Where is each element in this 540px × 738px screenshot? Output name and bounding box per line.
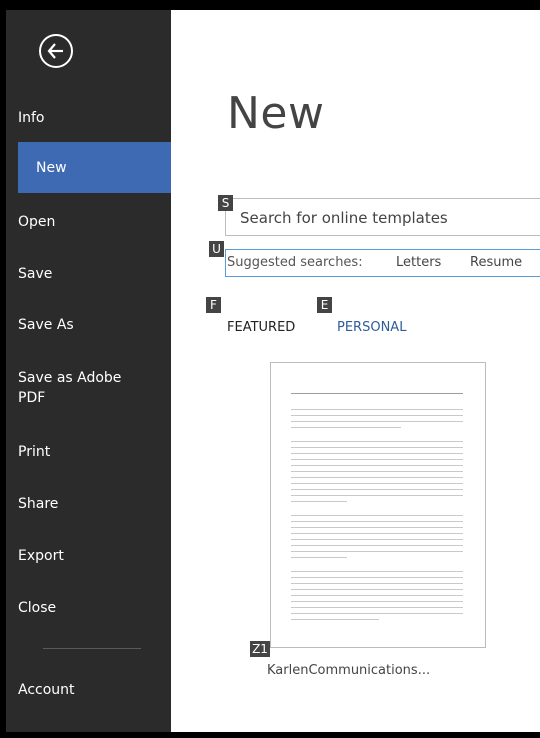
tab-featured[interactable]: FEATURED — [227, 320, 295, 335]
thumb-line — [291, 545, 463, 546]
keytip-template: Z1 — [250, 641, 270, 657]
nav-open[interactable]: Open — [18, 212, 168, 232]
thumb-line — [291, 571, 463, 572]
nav-info[interactable]: Info — [18, 108, 168, 128]
nav-save-as-label: Save As — [18, 317, 74, 333]
keytip-personal: E — [317, 297, 332, 313]
thumb-line — [291, 421, 463, 422]
nav-close[interactable]: Close — [18, 598, 168, 618]
thumb-line — [291, 495, 463, 496]
thumb-line — [291, 527, 463, 528]
thumb-line — [291, 539, 463, 540]
template-search-box[interactable] — [225, 198, 540, 236]
thumb-line — [291, 619, 379, 620]
thumb-line — [291, 595, 463, 596]
thumb-line — [291, 459, 463, 460]
thumb-line — [291, 521, 463, 522]
nav-save-as-adobe-label2: PDF — [18, 390, 46, 406]
nav-new[interactable]: New — [18, 142, 177, 193]
nav-export[interactable]: Export — [18, 546, 168, 566]
thumb-line — [291, 533, 463, 534]
thumb-line — [291, 415, 463, 416]
template-search-input[interactable] — [238, 208, 540, 228]
nav-save[interactable]: Save — [18, 264, 168, 284]
suggested-searches: Suggested searches: Letters Resume — [225, 249, 540, 277]
nav-save-label: Save — [18, 266, 53, 282]
nav-share-label: Share — [18, 496, 59, 512]
tab-personal[interactable]: PERSONAL — [337, 320, 406, 335]
thumb-line — [291, 589, 463, 590]
nav-print[interactable]: Print — [18, 442, 168, 462]
nav-open-label: Open — [18, 214, 56, 230]
thumb-line — [291, 515, 463, 516]
template-thumbnail[interactable] — [270, 362, 486, 648]
thumb-line — [291, 577, 463, 578]
main-pane: New Suggested searches: Letters Resume F… — [171, 10, 540, 732]
thumb-line — [291, 393, 463, 394]
thumb-line — [291, 607, 463, 608]
thumb-line — [291, 551, 463, 552]
template-name[interactable]: KarlenCommunications... — [267, 663, 430, 678]
thumb-line — [291, 427, 401, 428]
keytip-search: S — [218, 195, 233, 211]
nav-account[interactable]: Account — [18, 680, 168, 700]
thumb-line — [291, 447, 463, 448]
back-arrow-icon — [47, 43, 63, 59]
nav-save-as[interactable]: Save As — [18, 315, 168, 335]
thumb-line — [291, 601, 463, 602]
back-button[interactable] — [39, 34, 73, 68]
thumb-line — [291, 613, 463, 614]
nav-print-label: Print — [18, 444, 51, 460]
keytip-featured: F — [206, 297, 221, 313]
thumb-line — [291, 501, 347, 502]
thumb-line — [291, 477, 463, 478]
thumb-line — [291, 471, 463, 472]
thumb-line — [291, 489, 463, 490]
nav-share[interactable]: Share — [18, 494, 168, 514]
suggested-letters-link[interactable]: Letters — [396, 255, 441, 270]
nav-close-label: Close — [18, 600, 57, 616]
thumb-line — [291, 409, 463, 410]
thumb-line — [291, 465, 463, 466]
nav-info-label: Info — [18, 110, 45, 126]
thumb-line — [291, 557, 347, 558]
nav-export-label: Export — [18, 548, 64, 564]
thumb-line — [291, 453, 463, 454]
backstage-sidebar: Info New Open Save Save As Save as Adobe… — [6, 10, 177, 732]
page-title: New — [227, 88, 325, 139]
suggested-searches-label: Suggested searches: — [227, 255, 363, 270]
thumb-line — [291, 583, 463, 584]
nav-save-as-adobe-label: Save as Adobe — [18, 370, 122, 386]
nav-new-label: New — [36, 160, 67, 176]
nav-account-label: Account — [18, 682, 75, 698]
thumb-line — [291, 441, 463, 442]
nav-save-as-adobe-pdf[interactable]: Save as Adobe PDF — [18, 368, 168, 408]
suggested-resume-link[interactable]: Resume — [470, 255, 522, 270]
nav-divider — [43, 648, 141, 649]
thumb-line — [291, 483, 463, 484]
keytip-suggested: U — [209, 241, 224, 257]
